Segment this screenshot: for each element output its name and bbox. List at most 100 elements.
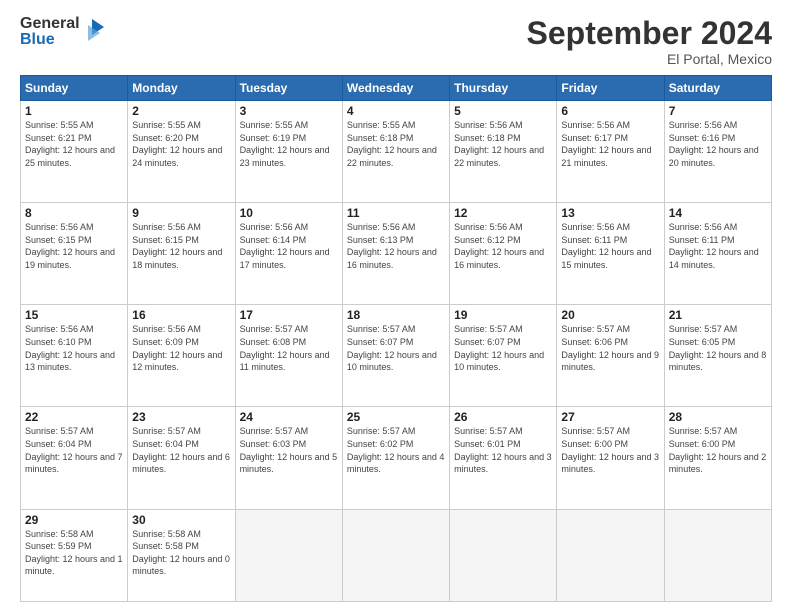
day-info: Sunrise: 5:56 AM Sunset: 6:15 PM Dayligh… (25, 221, 123, 271)
day-info: Sunrise: 5:57 AM Sunset: 6:00 PM Dayligh… (669, 425, 767, 475)
header: General Blue September 2024 El Portal, M… (20, 16, 772, 67)
day-info: Sunrise: 5:58 AM Sunset: 5:58 PM Dayligh… (132, 528, 230, 578)
table-row: 10 Sunrise: 5:56 AM Sunset: 6:14 PM Dayl… (235, 203, 342, 305)
day-info: Sunrise: 5:57 AM Sunset: 6:02 PM Dayligh… (347, 425, 445, 475)
calendar-week-row: 1 Sunrise: 5:55 AM Sunset: 6:21 PM Dayli… (21, 101, 772, 203)
table-row: 4 Sunrise: 5:55 AM Sunset: 6:18 PM Dayli… (342, 101, 449, 203)
day-info: Sunrise: 5:55 AM Sunset: 6:21 PM Dayligh… (25, 119, 123, 169)
table-row (235, 509, 342, 601)
col-saturday: Saturday (664, 76, 771, 101)
day-info: Sunrise: 5:55 AM Sunset: 6:20 PM Dayligh… (132, 119, 230, 169)
day-info: Sunrise: 5:57 AM Sunset: 6:07 PM Dayligh… (454, 323, 552, 373)
table-row: 15 Sunrise: 5:56 AM Sunset: 6:10 PM Dayl… (21, 305, 128, 407)
table-row: 6 Sunrise: 5:56 AM Sunset: 6:17 PM Dayli… (557, 101, 664, 203)
table-row: 21 Sunrise: 5:57 AM Sunset: 6:05 PM Dayl… (664, 305, 771, 407)
col-tuesday: Tuesday (235, 76, 342, 101)
day-number: 14 (669, 206, 767, 220)
table-row (664, 509, 771, 601)
day-info: Sunrise: 5:57 AM Sunset: 6:01 PM Dayligh… (454, 425, 552, 475)
col-thursday: Thursday (450, 76, 557, 101)
day-number: 7 (669, 104, 767, 118)
table-row: 11 Sunrise: 5:56 AM Sunset: 6:13 PM Dayl… (342, 203, 449, 305)
day-number: 4 (347, 104, 445, 118)
day-number: 16 (132, 308, 230, 322)
table-row: 19 Sunrise: 5:57 AM Sunset: 6:07 PM Dayl… (450, 305, 557, 407)
day-number: 15 (25, 308, 123, 322)
day-number: 29 (25, 513, 123, 527)
day-info: Sunrise: 5:57 AM Sunset: 6:08 PM Dayligh… (240, 323, 338, 373)
table-row: 13 Sunrise: 5:56 AM Sunset: 6:11 PM Dayl… (557, 203, 664, 305)
day-number: 2 (132, 104, 230, 118)
day-info: Sunrise: 5:57 AM Sunset: 6:04 PM Dayligh… (25, 425, 123, 475)
day-info: Sunrise: 5:56 AM Sunset: 6:14 PM Dayligh… (240, 221, 338, 271)
day-number: 8 (25, 206, 123, 220)
day-info: Sunrise: 5:57 AM Sunset: 6:05 PM Dayligh… (669, 323, 767, 373)
day-number: 28 (669, 410, 767, 424)
table-row (450, 509, 557, 601)
calendar-week-row: 15 Sunrise: 5:56 AM Sunset: 6:10 PM Dayl… (21, 305, 772, 407)
table-row: 27 Sunrise: 5:57 AM Sunset: 6:00 PM Dayl… (557, 407, 664, 509)
day-number: 10 (240, 206, 338, 220)
day-number: 5 (454, 104, 552, 118)
col-monday: Monday (128, 76, 235, 101)
day-info: Sunrise: 5:56 AM Sunset: 6:18 PM Dayligh… (454, 119, 552, 169)
day-info: Sunrise: 5:57 AM Sunset: 6:03 PM Dayligh… (240, 425, 338, 475)
logo: General Blue (20, 16, 104, 48)
table-row: 14 Sunrise: 5:56 AM Sunset: 6:11 PM Dayl… (664, 203, 771, 305)
page: General Blue September 2024 El Portal, M… (0, 0, 792, 612)
calendar-header-row: Sunday Monday Tuesday Wednesday Thursday… (21, 76, 772, 101)
table-row: 29 Sunrise: 5:58 AM Sunset: 5:59 PM Dayl… (21, 509, 128, 601)
day-number: 23 (132, 410, 230, 424)
table-row: 25 Sunrise: 5:57 AM Sunset: 6:02 PM Dayl… (342, 407, 449, 509)
day-number: 30 (132, 513, 230, 527)
calendar-week-row: 29 Sunrise: 5:58 AM Sunset: 5:59 PM Dayl… (21, 509, 772, 601)
table-row: 20 Sunrise: 5:57 AM Sunset: 6:06 PM Dayl… (557, 305, 664, 407)
title-block: September 2024 El Portal, Mexico (527, 16, 772, 67)
day-info: Sunrise: 5:56 AM Sunset: 6:09 PM Dayligh… (132, 323, 230, 373)
day-info: Sunrise: 5:57 AM Sunset: 6:00 PM Dayligh… (561, 425, 659, 475)
table-row: 17 Sunrise: 5:57 AM Sunset: 6:08 PM Dayl… (235, 305, 342, 407)
day-info: Sunrise: 5:56 AM Sunset: 6:12 PM Dayligh… (454, 221, 552, 271)
table-row: 9 Sunrise: 5:56 AM Sunset: 6:15 PM Dayli… (128, 203, 235, 305)
table-row: 26 Sunrise: 5:57 AM Sunset: 6:01 PM Dayl… (450, 407, 557, 509)
day-number: 21 (669, 308, 767, 322)
day-info: Sunrise: 5:56 AM Sunset: 6:10 PM Dayligh… (25, 323, 123, 373)
col-wednesday: Wednesday (342, 76, 449, 101)
table-row: 5 Sunrise: 5:56 AM Sunset: 6:18 PM Dayli… (450, 101, 557, 203)
day-number: 9 (132, 206, 230, 220)
table-row: 18 Sunrise: 5:57 AM Sunset: 6:07 PM Dayl… (342, 305, 449, 407)
table-row: 2 Sunrise: 5:55 AM Sunset: 6:20 PM Dayli… (128, 101, 235, 203)
location: El Portal, Mexico (527, 51, 772, 67)
day-number: 24 (240, 410, 338, 424)
day-info: Sunrise: 5:56 AM Sunset: 6:11 PM Dayligh… (561, 221, 659, 271)
month-title: September 2024 (527, 16, 772, 51)
table-row (342, 509, 449, 601)
day-info: Sunrise: 5:56 AM Sunset: 6:13 PM Dayligh… (347, 221, 445, 271)
table-row: 28 Sunrise: 5:57 AM Sunset: 6:00 PM Dayl… (664, 407, 771, 509)
day-number: 19 (454, 308, 552, 322)
day-info: Sunrise: 5:55 AM Sunset: 6:19 PM Dayligh… (240, 119, 338, 169)
table-row: 24 Sunrise: 5:57 AM Sunset: 6:03 PM Dayl… (235, 407, 342, 509)
day-number: 26 (454, 410, 552, 424)
day-info: Sunrise: 5:57 AM Sunset: 6:04 PM Dayligh… (132, 425, 230, 475)
day-number: 12 (454, 206, 552, 220)
day-info: Sunrise: 5:58 AM Sunset: 5:59 PM Dayligh… (25, 528, 123, 578)
day-number: 1 (25, 104, 123, 118)
table-row: 22 Sunrise: 5:57 AM Sunset: 6:04 PM Dayl… (21, 407, 128, 509)
day-info: Sunrise: 5:56 AM Sunset: 6:11 PM Dayligh… (669, 221, 767, 271)
day-info: Sunrise: 5:57 AM Sunset: 6:07 PM Dayligh… (347, 323, 445, 373)
table-row (557, 509, 664, 601)
table-row: 3 Sunrise: 5:55 AM Sunset: 6:19 PM Dayli… (235, 101, 342, 203)
day-number: 25 (347, 410, 445, 424)
day-number: 11 (347, 206, 445, 220)
table-row: 30 Sunrise: 5:58 AM Sunset: 5:58 PM Dayl… (128, 509, 235, 601)
calendar-week-row: 8 Sunrise: 5:56 AM Sunset: 6:15 PM Dayli… (21, 203, 772, 305)
day-number: 6 (561, 104, 659, 118)
logo-bird-icon (82, 17, 104, 47)
calendar-table: Sunday Monday Tuesday Wednesday Thursday… (20, 75, 772, 602)
table-row: 12 Sunrise: 5:56 AM Sunset: 6:12 PM Dayl… (450, 203, 557, 305)
day-info: Sunrise: 5:56 AM Sunset: 6:15 PM Dayligh… (132, 221, 230, 271)
col-friday: Friday (557, 76, 664, 101)
day-info: Sunrise: 5:56 AM Sunset: 6:17 PM Dayligh… (561, 119, 659, 169)
day-number: 3 (240, 104, 338, 118)
